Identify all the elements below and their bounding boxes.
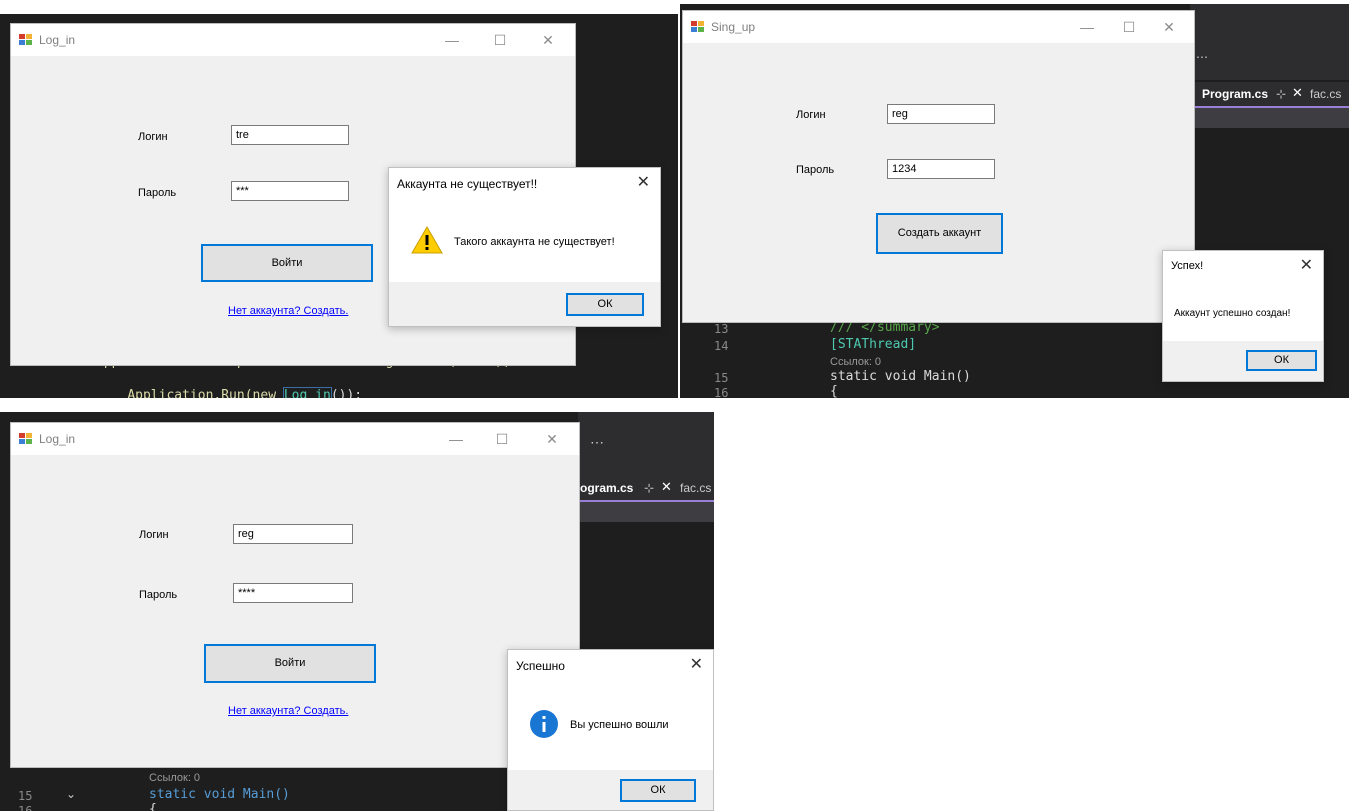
login-input[interactable]: tre [231, 125, 349, 145]
tab-close-icon[interactable]: ✕ [661, 479, 672, 495]
close-icon[interactable]: ✕ [1300, 255, 1313, 275]
line-number: 16 [714, 386, 729, 398]
password-input[interactable]: 1234 [887, 159, 995, 179]
password-label: Пароль [139, 589, 178, 601]
success-message-box: Успех! ✕ Аккаунт успешно создан! ОК [1162, 250, 1324, 382]
login-label: Логин [138, 131, 168, 143]
error-message-box: Аккаунта не существует!! ✕ Такого аккаун… [388, 167, 661, 327]
pin-icon[interactable]: ⊹ [1276, 87, 1286, 101]
message-title: Аккаунта не существует!! [397, 177, 538, 191]
tab-fac-cs[interactable]: fac.cs [1310, 87, 1341, 101]
login-label: Логин [139, 529, 169, 541]
login-input[interactable]: reg [233, 524, 353, 544]
login-window: Log_in — ☐ ✕ Логин reg Пароль **** Войти… [10, 422, 580, 768]
line-number: 15 [18, 789, 33, 803]
code-part: ()); [330, 388, 363, 398]
close-icon[interactable]: ✕ [637, 172, 650, 192]
message-footer: ОК [508, 770, 713, 810]
close-icon[interactable]: ✕ [1158, 17, 1180, 37]
code-class: Log_in [282, 387, 332, 398]
ok-button[interactable]: ОК [1246, 350, 1317, 371]
create-account-button[interactable]: Создать аккаунт [876, 213, 1003, 254]
code-line: { [149, 802, 157, 811]
login-label: Логин [796, 109, 826, 121]
app-icon [19, 433, 33, 445]
ok-button[interactable]: ОК [566, 293, 644, 316]
toolbar-icons: ⋯ [1196, 50, 1208, 64]
create-account-link[interactable]: Нет аккаунта? Создать. [228, 705, 348, 717]
nav-bar [1190, 108, 1349, 128]
minimize-icon[interactable]: — [1076, 17, 1098, 37]
signup-window: Sing_up — ☐ ✕ Логин reg Пароль 1234 Созд… [682, 10, 1195, 323]
info-icon [530, 710, 558, 738]
title-bar[interactable]: Sing_up — ☐ ✕ [683, 11, 1194, 43]
toolbar-icons: ⋯ [590, 434, 604, 450]
minimize-icon[interactable]: — [445, 429, 467, 449]
ok-button[interactable]: ОК [620, 779, 696, 802]
tab-strip: Program.cs ⊹ ✕ fac.cs [1190, 82, 1349, 106]
message-title: Успех! [1171, 260, 1204, 272]
nav-bar [578, 502, 714, 522]
password-input[interactable]: *** [231, 181, 349, 201]
password-label: Пароль [796, 164, 835, 176]
screenshot-3: ⋯ ogram.cs ⊹ ✕ fac.cs Ссылок: 0 15 ⌄ sta… [0, 412, 714, 811]
login-button[interactable]: Войти [204, 644, 376, 683]
code-part: Application.Run(new [127, 388, 284, 398]
password-input[interactable]: **** [233, 583, 353, 603]
warning-icon [411, 225, 443, 254]
screenshot-1: Application.SetCompatibleTextRenderingDe… [0, 14, 678, 398]
tab-strip: ogram.cs ⊹ ✕ fac.cs [578, 476, 714, 500]
maximize-icon[interactable]: ☐ [489, 30, 511, 50]
references-hint: Ссылок: 0 [830, 356, 882, 368]
line-number: 13 [714, 322, 729, 336]
title-bar[interactable]: Log_in — ☐ ✕ [11, 423, 579, 455]
message-text: Такого аккаунта не существует! [454, 236, 615, 248]
line-number: 15 [714, 371, 729, 385]
window-title: Sing_up [711, 20, 756, 34]
line-number: 16 [18, 804, 33, 811]
window-title: Log_in [39, 33, 76, 47]
password-label: Пароль [138, 187, 177, 199]
collapse-icon[interactable]: ⌄ [66, 787, 76, 801]
line-number: 14 [714, 339, 729, 353]
login-input[interactable]: reg [887, 104, 995, 124]
window-title: Log_in [39, 432, 76, 446]
message-footer: ОК [1163, 341, 1323, 381]
code-line: { [830, 384, 838, 398]
code-line: static void Main() [830, 369, 971, 384]
minimize-icon[interactable]: — [441, 30, 463, 50]
message-footer: ОК [389, 282, 660, 326]
message-text: Аккаунт успешно создан! [1174, 308, 1291, 319]
message-title: Успешно [516, 659, 565, 673]
app-icon [19, 34, 33, 46]
close-icon[interactable]: ✕ [537, 30, 559, 50]
ide-toolbar: ⋯ [1190, 4, 1349, 80]
close-icon[interactable]: ✕ [690, 654, 703, 674]
title-bar[interactable]: Log_in — ☐ ✕ [11, 24, 575, 56]
code-line: static void Main() [149, 787, 290, 802]
close-icon[interactable]: ✕ [541, 429, 563, 449]
success-message-box: Успешно ✕ Вы успешно вошли ОК [507, 649, 714, 811]
app-icon [691, 21, 705, 33]
tab-fac-cs[interactable]: fac.cs [680, 481, 711, 495]
references-hint: Ссылок: 0 [149, 772, 201, 784]
code-line: Application.Run(new Log_in()); [96, 373, 362, 398]
create-account-link[interactable]: Нет аккаунта? Создать. [228, 305, 348, 317]
code-main: static void Main() [149, 787, 290, 802]
screenshot-2: ⋯ Program.cs ⊹ ✕ fac.cs 13 /// </summary… [680, 4, 1349, 398]
tab-close-icon[interactable]: ✕ [1292, 85, 1303, 101]
login-button[interactable]: Войти [201, 244, 373, 282]
tab-program-cs[interactable]: ogram.cs [580, 481, 633, 495]
ide-toolbar: ⋯ [578, 412, 714, 476]
maximize-icon[interactable]: ☐ [1118, 17, 1140, 37]
tab-program-cs[interactable]: Program.cs [1202, 87, 1268, 101]
code-line: [STAThread] [830, 337, 917, 352]
maximize-icon[interactable]: ☐ [491, 429, 513, 449]
pin-icon[interactable]: ⊹ [644, 481, 654, 495]
message-text: Вы успешно вошли [570, 719, 669, 731]
